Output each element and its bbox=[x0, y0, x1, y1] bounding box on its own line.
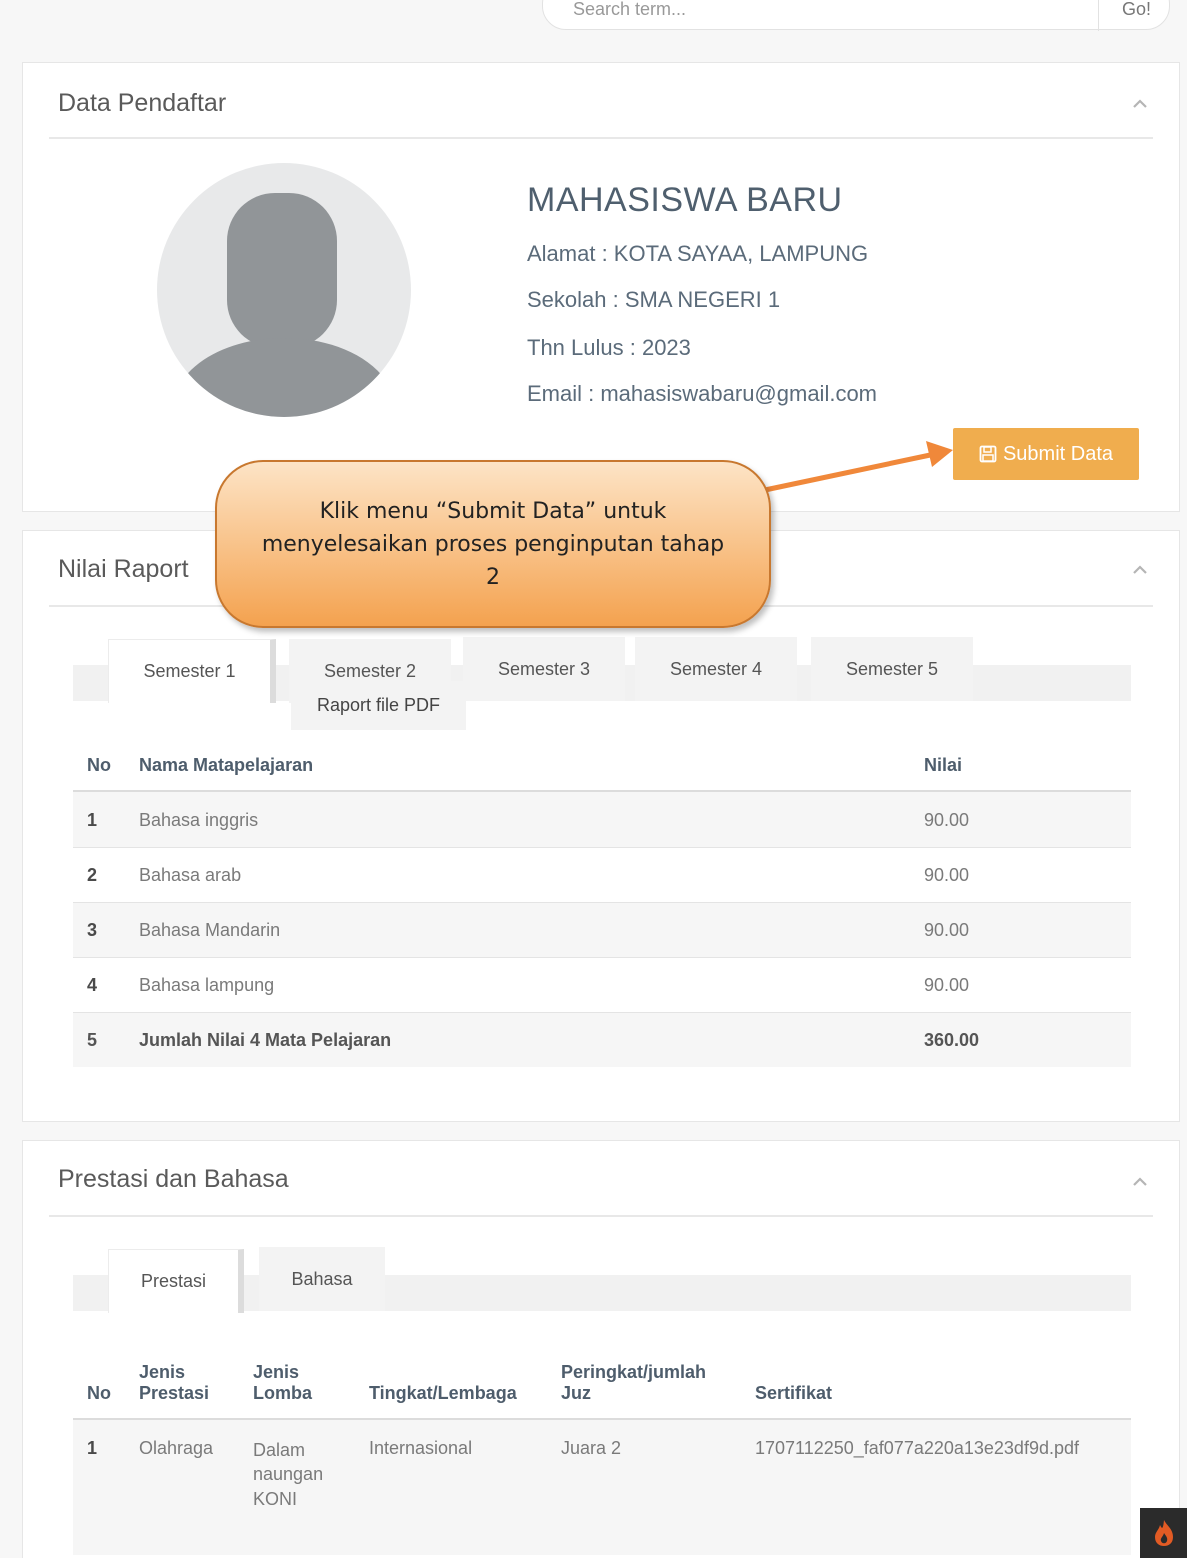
cell-mapel: Bahasa arab bbox=[125, 847, 910, 903]
col-header-no: No bbox=[73, 751, 125, 792]
nilai-table: No Nama Matapelajaran Nilai 1 Bahasa ing… bbox=[73, 751, 1131, 1067]
col-header-tingkat: Tingkat/Lembaga bbox=[355, 1347, 547, 1420]
col-header-jenis-prestasi: Jenis Prestasi bbox=[125, 1347, 239, 1420]
tab-label: Bahasa bbox=[291, 1268, 353, 1289]
tab-semester-1[interactable]: Semester 1 bbox=[108, 639, 276, 703]
cell-no: 3 bbox=[73, 902, 125, 958]
table-row: 1 Bahasa inggris 90.00 bbox=[73, 791, 1131, 848]
cell-nilai: 90.00 bbox=[910, 957, 1131, 1013]
profile-lulus: Thn Lulus : 2023 bbox=[527, 335, 691, 360]
tab-semester-3[interactable]: Semester 3 bbox=[463, 637, 625, 701]
tab-prestasi[interactable]: Prestasi bbox=[108, 1249, 244, 1313]
panel-title: Data Pendaftar bbox=[58, 89, 227, 117]
tab-semester-4[interactable]: Semester 4 bbox=[635, 637, 797, 701]
cell-no: 2 bbox=[73, 847, 125, 903]
cell-jenis-prestasi: Olahraga bbox=[125, 1419, 239, 1555]
cell-nilai: 360.00 bbox=[910, 1012, 1131, 1067]
cell-mapel: Bahasa Mandarin bbox=[125, 902, 910, 958]
submit-data-label: Submit Data bbox=[1002, 442, 1114, 465]
cell-mapel: Jumlah Nilai 4 Mata Pelajaran bbox=[125, 1012, 910, 1067]
col-header-no: No bbox=[73, 1347, 125, 1420]
instruction-callout: Klik menu “Submit Data” untuk menyelesai… bbox=[215, 460, 771, 628]
table-row: 3 Bahasa Mandarin 90.00 bbox=[73, 902, 1131, 958]
table-row: 2 Bahasa arab 90.00 bbox=[73, 847, 1131, 903]
col-header-nilai: Nilai bbox=[910, 751, 1131, 792]
cell-tingkat: Internasional bbox=[355, 1419, 547, 1555]
tab-label: Semester 3 bbox=[497, 658, 591, 679]
profile-email: Email : mahasiswabaru@gmail.com bbox=[527, 381, 878, 406]
cell-no: 1 bbox=[73, 1419, 125, 1555]
profile-alamat: Alamat : KOTA SAYAA, LAMPUNG bbox=[527, 241, 869, 266]
cell-nilai: 90.00 bbox=[910, 791, 1131, 848]
panel-prestasi-bahasa: Prestasi dan Bahasa Prestasi Bahasa No J… bbox=[22, 1140, 1180, 1558]
prestasi-table: No Jenis Prestasi Jenis Lomba Tingkat/Le… bbox=[73, 1347, 1131, 1555]
user-silhouette-icon bbox=[177, 193, 391, 417]
floppy-disk-icon bbox=[979, 445, 997, 463]
cell-no: 4 bbox=[73, 957, 125, 1013]
col-header-sertifikat: Sertifikat bbox=[741, 1347, 1131, 1420]
panel-divider bbox=[49, 137, 1153, 139]
panel-divider bbox=[49, 1215, 1153, 1217]
submit-data-button[interactable]: Submit Data bbox=[953, 428, 1139, 480]
callout-text: Klik menu “Submit Data” untuk menyelesai… bbox=[261, 498, 725, 590]
cell-nilai: 90.00 bbox=[910, 847, 1131, 903]
tab-bahasa[interactable]: Bahasa bbox=[259, 1247, 385, 1311]
panel-title: Prestasi dan Bahasa bbox=[58, 1165, 289, 1193]
cell-sertifikat[interactable]: 1707112250_faf077a220a13e23df9d.pdf bbox=[741, 1419, 1131, 1555]
flame-glyph bbox=[1154, 1520, 1173, 1546]
table-row: 1 Olahraga Dalam naungan KONI Internasio… bbox=[73, 1419, 1131, 1555]
tab-label: Prestasi bbox=[140, 1271, 207, 1291]
cell-mapel: Bahasa inggris bbox=[125, 791, 910, 848]
profile-name: MAHASISWA BARU bbox=[527, 181, 843, 219]
tab-label: Semester 4 bbox=[669, 658, 763, 679]
col-header-mapel: Nama Matapelajaran bbox=[125, 751, 910, 792]
dropdown-raport-pdf[interactable]: Raport file PDF bbox=[291, 681, 467, 730]
cell-nilai: 90.00 bbox=[910, 902, 1131, 958]
cell-no: 5 bbox=[73, 1012, 125, 1067]
tab-label: Semester 1 bbox=[143, 661, 236, 681]
tab-label: Semester 5 bbox=[845, 658, 939, 679]
col-header-peringkat: Peringkat/jumlah Juz bbox=[547, 1347, 741, 1420]
avatar bbox=[157, 163, 411, 417]
flame-icon[interactable] bbox=[1140, 1508, 1187, 1558]
table-row: 4 Bahasa lampung 90.00 bbox=[73, 957, 1131, 1013]
panel-data-pendaftar: Data Pendaftar MAHASISWA BARU Alamat : K… bbox=[22, 62, 1180, 512]
tab-label: Semester 2 bbox=[323, 660, 417, 681]
chevron-up-icon[interactable] bbox=[1133, 1177, 1147, 1191]
chevron-up-icon[interactable] bbox=[1133, 565, 1147, 579]
cell-no: 1 bbox=[73, 791, 125, 848]
search-input[interactable]: Search term... bbox=[573, 0, 686, 20]
profile-sekolah: Sekolah : SMA NEGERI 1 bbox=[527, 287, 781, 312]
cell-mapel: Bahasa lampung bbox=[125, 957, 910, 1013]
search-go-button[interactable]: Go! bbox=[1122, 0, 1151, 20]
search-bar: Search term... Go! bbox=[542, 0, 1170, 31]
cell-jenis-lomba: Dalam naungan KONI bbox=[239, 1419, 355, 1555]
chevron-up-icon[interactable] bbox=[1133, 99, 1147, 113]
col-header-jenis-lomba: Jenis Lomba bbox=[239, 1347, 355, 1420]
panel-title: Nilai Raport bbox=[58, 555, 189, 583]
table-row-total: 5 Jumlah Nilai 4 Mata Pelajaran 360.00 bbox=[73, 1012, 1131, 1067]
search-divider bbox=[1098, 0, 1099, 31]
cell-peringkat: Juara 2 bbox=[547, 1419, 741, 1555]
tab-semester-5[interactable]: Semester 5 bbox=[811, 637, 973, 701]
